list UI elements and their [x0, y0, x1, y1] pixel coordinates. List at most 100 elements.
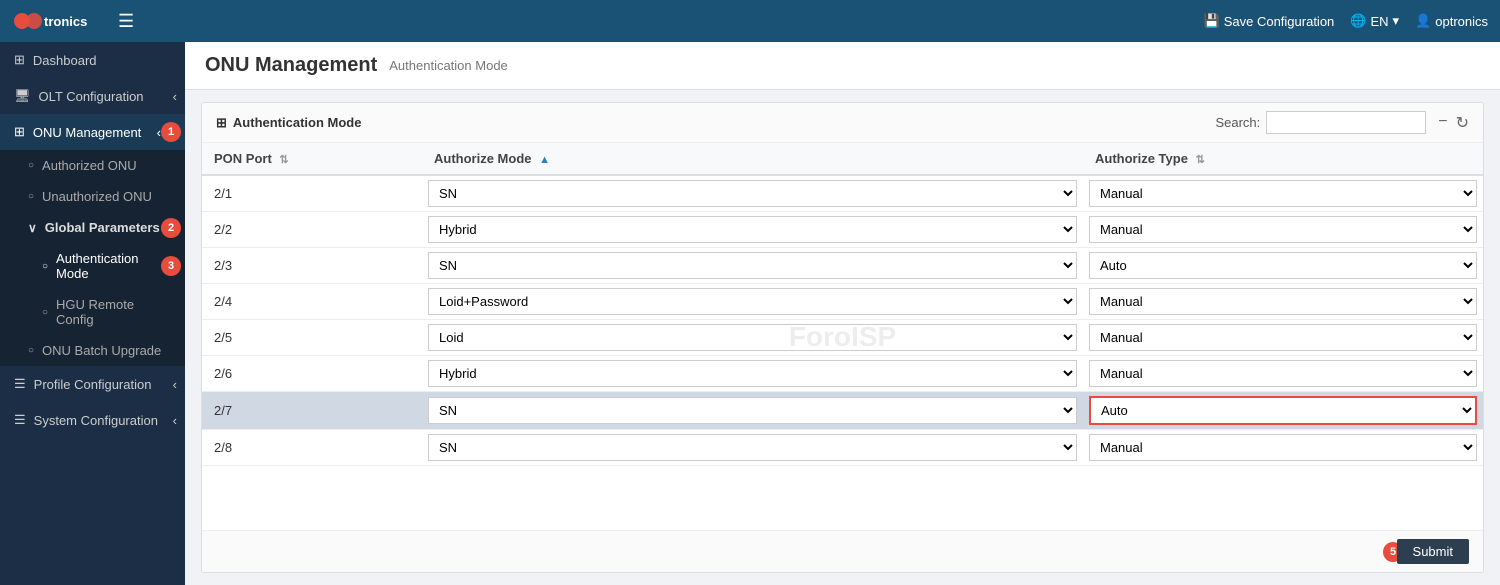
- refresh-button[interactable]: ↻: [1456, 113, 1469, 133]
- authorize-type-cell[interactable]: ManualAuto: [1083, 175, 1483, 212]
- authorize-type-select[interactable]: ManualAuto: [1089, 434, 1477, 461]
- sidebar-item-label: ONU Batch Upgrade: [42, 343, 161, 358]
- table-body: 2/1SNHybridLoid+PasswordLoidPasswordManu…: [202, 175, 1483, 466]
- authorize-mode-select[interactable]: SNHybridLoid+PasswordLoidPassword: [428, 216, 1077, 243]
- pon-port-cell: 2/4: [202, 284, 422, 320]
- authorize-type-select[interactable]: ManualAuto: [1089, 252, 1477, 279]
- authorize-mode-cell[interactable]: SNHybridLoid+PasswordLoidPassword: [422, 175, 1083, 212]
- authorize-type-cell[interactable]: ManualAuto: [1083, 212, 1483, 248]
- language-button[interactable]: 🌐 EN ▾: [1350, 13, 1399, 29]
- chevron-icon: ∨: [28, 221, 37, 235]
- badge-2: 2: [161, 218, 181, 238]
- authorize-mode-cell[interactable]: SNHybridLoid+PasswordLoidPassword: [422, 392, 1083, 430]
- authorize-mode-cell[interactable]: SNHybridLoid+PasswordLoidPassword: [422, 248, 1083, 284]
- authorize-type-select[interactable]: ManualAuto: [1089, 360, 1477, 387]
- circle-icon: ○: [28, 160, 34, 171]
- logo-svg: tronics: [12, 7, 102, 35]
- authorize-mode-header[interactable]: Authorize Mode ▲: [422, 143, 1083, 175]
- topbar-right: 💾 Save Configuration 🌐 EN ▾ 👤 optronics: [1204, 13, 1488, 29]
- sidebar-item-unauthorized-onu[interactable]: ○ Unauthorized ONU: [0, 181, 185, 212]
- authorize-type-cell[interactable]: ManualAuto: [1083, 284, 1483, 320]
- authorize-mode-cell[interactable]: SNHybridLoid+PasswordLoidPassword: [422, 284, 1083, 320]
- table-row: 2/2SNHybridLoid+PasswordLoidPassword Manu…: [202, 212, 1483, 248]
- authorize-mode-cell[interactable]: SNHybridLoid+PasswordLoidPassword: [422, 430, 1083, 466]
- sidebar-item-global-params[interactable]: ∨ Global Parameters 2: [0, 212, 185, 243]
- authorize-type-cell[interactable]: ManualAuto4: [1083, 392, 1483, 430]
- user-label: optronics: [1435, 14, 1488, 29]
- sidebar-item-label: OLT Configuration: [39, 89, 144, 104]
- authorize-type-cell[interactable]: ManualAuto: [1083, 248, 1483, 284]
- dashboard-icon: ⊞: [14, 52, 25, 68]
- search-input[interactable]: [1266, 111, 1426, 134]
- authorize-mode-select[interactable]: SNHybridLoid+PasswordLoidPassword: [428, 324, 1077, 351]
- table-row: 2/4SNHybridLoid+PasswordLoidPassword Manu…: [202, 284, 1483, 320]
- circle-icon: ○: [28, 345, 34, 356]
- circle-icon: ○: [42, 307, 48, 318]
- main-card: ⊞ Authentication Mode Search: − ↻ ForoIS…: [201, 102, 1484, 573]
- page-breadcrumb: Authentication Mode: [389, 58, 508, 73]
- sidebar-item-auth-mode[interactable]: ○ Authentication Mode 3: [0, 243, 185, 289]
- system-icon: ☰: [14, 412, 26, 428]
- authorize-mode-select[interactable]: SNHybridLoid+PasswordLoidPassword: [428, 252, 1077, 279]
- card-footer: 5 Submit: [202, 530, 1483, 572]
- sidebar-item-dashboard[interactable]: ⊞ Dashboard: [0, 42, 185, 78]
- sidebar-item-system-config[interactable]: ☰ System Configuration ‹: [0, 402, 185, 438]
- table-icon: ⊞: [216, 115, 227, 131]
- authorize-type-cell[interactable]: ManualAuto: [1083, 430, 1483, 466]
- sidebar-item-profile-config[interactable]: ☰ Profile Configuration ‹: [0, 366, 185, 402]
- authorize-mode-cell[interactable]: SNHybridLoid+PasswordLoidPassword: [422, 320, 1083, 356]
- authorize-type-select[interactable]: ManualAuto: [1089, 288, 1477, 315]
- authorize-mode-select[interactable]: SNHybridLoid+PasswordLoidPassword: [428, 434, 1077, 461]
- card-actions: − ↻: [1438, 113, 1469, 133]
- table-row: 2/6SNHybridLoid+PasswordLoidPasswordManu…: [202, 356, 1483, 392]
- submit-button[interactable]: Submit: [1397, 539, 1469, 564]
- card-title-text: Authentication Mode: [233, 115, 362, 130]
- page-header: ONU Management Authentication Mode: [185, 42, 1500, 90]
- pon-port-cell: 2/3: [202, 248, 422, 284]
- authorize-mode-select[interactable]: SNHybridLoid+PasswordLoidPassword: [428, 180, 1077, 207]
- user-button[interactable]: 👤 optronics: [1415, 13, 1488, 29]
- authorize-mode-cell[interactable]: SNHybridLoid+PasswordLoidPassword: [422, 356, 1083, 392]
- pon-port-header[interactable]: PON Port ⇅: [202, 143, 422, 175]
- authorize-mode-select[interactable]: SNHybridLoid+PasswordLoidPassword: [428, 360, 1077, 387]
- card-header-right: Search: − ↻: [1215, 111, 1469, 134]
- authorize-type-select[interactable]: ManualAuto: [1089, 396, 1477, 425]
- authorize-mode-cell[interactable]: SNHybridLoid+PasswordLoidPassword: [422, 212, 1083, 248]
- pon-port-cell: 2/2: [202, 212, 422, 248]
- badge-3: 3: [161, 256, 181, 276]
- sidebar-item-label: Profile Configuration: [34, 377, 152, 392]
- authorize-type-select[interactable]: ManualAuto: [1089, 180, 1477, 207]
- authorize-type-cell[interactable]: ManualAuto: [1083, 356, 1483, 392]
- authorize-type-cell[interactable]: ManualAuto: [1083, 320, 1483, 356]
- sidebar-item-onu-batch[interactable]: ○ ONU Batch Upgrade: [0, 335, 185, 366]
- authorize-type-header[interactable]: Authorize Type ⇅: [1083, 143, 1483, 175]
- main-layout: ⊞ Dashboard 🖥 OLT Configuration ‹ ⊞ ONU …: [0, 42, 1500, 585]
- badge-1: 1: [161, 122, 181, 142]
- globe-icon: 🌐: [1350, 13, 1366, 29]
- pon-port-cell: 2/5: [202, 320, 422, 356]
- table-row: 2/7SNHybridLoid+PasswordLoidPasswordManu…: [202, 392, 1483, 430]
- authorize-type-select[interactable]: ManualAuto: [1089, 324, 1477, 351]
- card-title: ⊞ Authentication Mode: [216, 115, 361, 131]
- hamburger-icon[interactable]: ☰: [118, 11, 134, 32]
- sidebar-item-onu-mgmt[interactable]: ⊞ ONU Management ‹ 1: [0, 114, 185, 150]
- sidebar-item-label: Global Parameters: [45, 220, 160, 235]
- authorize-type-select[interactable]: ManualAuto: [1089, 216, 1477, 243]
- minimize-button[interactable]: −: [1438, 113, 1447, 133]
- authorize-mode-select[interactable]: SNHybridLoid+PasswordLoidPassword: [428, 397, 1077, 424]
- auth-mode-table: PON Port ⇅ Authorize Mode ▲ Authorize Ty…: [202, 143, 1483, 466]
- pon-port-cell: 2/7: [202, 392, 422, 430]
- system-chevron-icon: ‹: [173, 413, 177, 428]
- table-row: 2/3SNHybridLoid+PasswordLoidPassword Manu…: [202, 248, 1483, 284]
- profile-chevron-icon: ‹: [173, 377, 177, 392]
- sidebar-item-label: System Configuration: [34, 413, 158, 428]
- topbar-left: tronics ☰: [12, 7, 134, 35]
- sidebar-item-hgu-remote[interactable]: ○ HGU Remote Config: [0, 289, 185, 335]
- sidebar-item-olt-config[interactable]: 🖥 OLT Configuration ‹: [0, 78, 185, 114]
- save-config-button[interactable]: 💾 Save Configuration: [1204, 13, 1335, 29]
- sidebar-item-authorized-onu[interactable]: ○ Authorized ONU: [0, 150, 185, 181]
- authorize-mode-select[interactable]: SNHybridLoid+PasswordLoidPassword: [428, 288, 1077, 315]
- profile-icon: ☰: [14, 376, 26, 392]
- olt-icon: 🖥: [14, 88, 31, 104]
- svg-text:tronics: tronics: [44, 14, 87, 29]
